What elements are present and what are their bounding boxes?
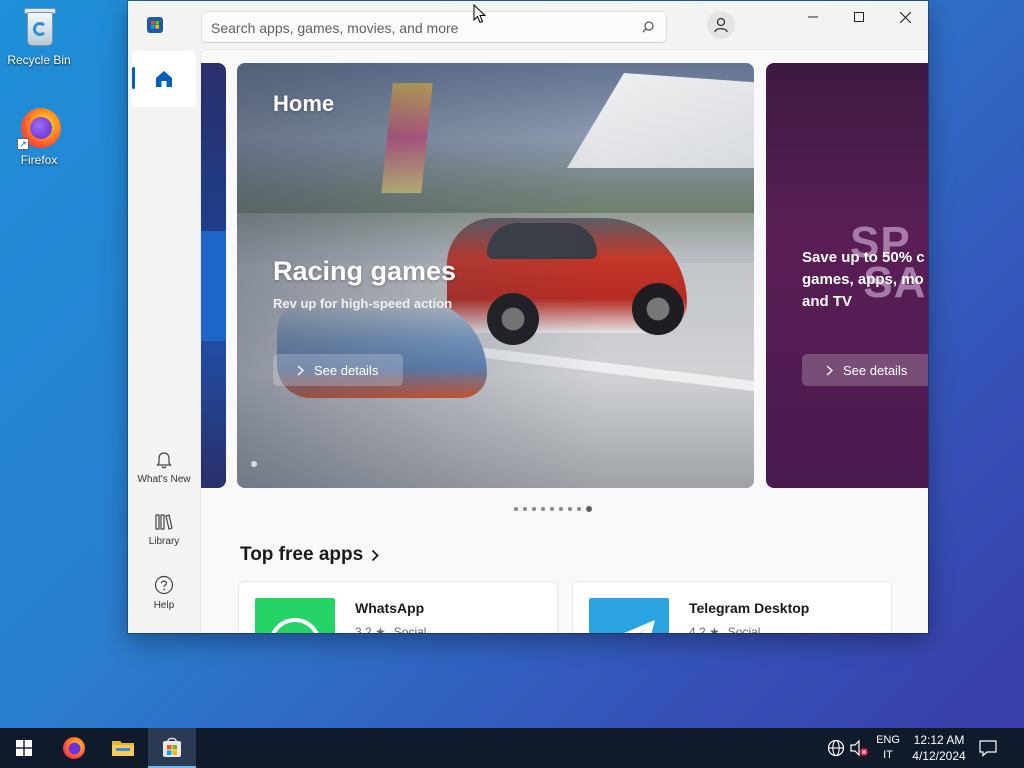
app-rating: 4.2 ★ (689, 625, 720, 633)
title-bar[interactable] (128, 1, 928, 49)
volume-muted-icon[interactable] (849, 738, 869, 758)
notification-center-icon[interactable] (978, 738, 998, 758)
start-button[interactable] (0, 728, 48, 768)
app-category: Social (393, 625, 427, 633)
carousel-dot[interactable] (577, 507, 581, 511)
clock-time: 12:12 AM (913, 733, 965, 747)
nav-item-home[interactable] (132, 51, 196, 107)
carousel-dot[interactable] (550, 507, 554, 511)
minimize-icon (808, 16, 818, 18)
desktop-icon-label: Firefox (20, 153, 58, 167)
maximize-icon (854, 12, 864, 22)
see-details-button[interactable]: See details (273, 354, 403, 386)
app-meta: 4.2 ★ Social (689, 625, 760, 633)
hero-card-next[interactable]: SP SA Save up to 50% c games, apps, mo and… (766, 63, 928, 488)
shortcut-arrow-icon: ↗ (17, 138, 29, 150)
library-icon (155, 514, 173, 530)
section-top-free-apps[interactable]: Top free apps (240, 544, 379, 566)
app-card-telegram[interactable]: Telegram Desktop 4.2 ★ Social (572, 581, 892, 633)
taskbar: ENG IT 12:12 AM 4/12/2024 (0, 728, 1024, 768)
desktop-icon-firefox[interactable]: ↗ Firefox (1, 106, 77, 167)
chevron-right-icon (372, 549, 379, 561)
taskbar-microsoft-store[interactable] (148, 728, 196, 768)
home-icon (156, 71, 172, 87)
left-nav: What's New Library Help (128, 49, 200, 633)
nav-item-label: Library (148, 536, 180, 547)
keyboard-layout: IT (883, 749, 893, 761)
hero-title: Racing games (273, 256, 457, 286)
desktop-icon-label: Recycle Bin (7, 53, 71, 67)
chevron-right-icon (826, 365, 833, 375)
clock-date: 4/12/2024 (912, 749, 966, 763)
hero-card-previous[interactable] (201, 63, 226, 488)
app-meta: 3.2 ★ Social (355, 625, 426, 633)
search-input[interactable] (211, 18, 631, 38)
hero-subtitle: Rev up for high-speed action (273, 296, 453, 311)
section-title: Top free apps (240, 544, 364, 565)
page-title: Home (273, 91, 335, 116)
recycle-bin-icon (17, 6, 61, 50)
network-globe-icon[interactable] (826, 738, 846, 758)
nav-item-label: What's New (137, 474, 191, 485)
system-clock[interactable]: 12:12 AM 4/12/2024 (906, 732, 972, 764)
store-logo-icon (147, 17, 163, 33)
chevron-right-icon (297, 365, 304, 375)
input-language-indicator[interactable]: ENG IT (873, 733, 903, 763)
minimize-button[interactable] (790, 1, 836, 33)
help-icon (154, 575, 174, 595)
search-box[interactable] (201, 11, 667, 43)
app-rating: 3.2 ★ (355, 625, 386, 633)
carousel-dot[interactable] (532, 507, 536, 511)
hero-indicator-dot (251, 461, 257, 467)
taskbar-file-explorer[interactable] (99, 728, 147, 768)
carousel-dot[interactable] (568, 507, 572, 511)
maximize-button[interactable] (836, 1, 882, 33)
carousel-dot[interactable] (514, 507, 518, 511)
whatsapp-icon (255, 598, 335, 633)
carousel-dot[interactable] (523, 507, 527, 511)
carousel-dot-active[interactable] (586, 506, 592, 512)
carousel-dot[interactable] (559, 507, 563, 511)
nav-item-whats-new[interactable]: What's New (132, 447, 196, 503)
main-content: Home Racing games Rev up for high-speed … (200, 49, 928, 633)
app-name: WhatsApp (355, 600, 425, 616)
selected-indicator (132, 67, 135, 89)
close-icon (899, 11, 911, 23)
button-label: See details (843, 362, 908, 378)
windows-logo-icon (16, 740, 32, 756)
account-button[interactable] (707, 11, 735, 39)
search-icon[interactable] (642, 21, 654, 33)
mouse-cursor-icon (473, 4, 487, 24)
firefox-icon: ↗ (17, 106, 61, 150)
button-label: See details (314, 362, 379, 378)
hero-card-racing-games[interactable]: Home Racing games Rev up for high-speed … (237, 63, 754, 488)
nav-item-label: Help (153, 600, 175, 611)
carousel-indicators[interactable] (514, 506, 592, 512)
store-bag-icon (163, 737, 181, 757)
telegram-icon (589, 598, 669, 633)
taskbar-firefox[interactable] (50, 728, 98, 768)
nav-item-help[interactable]: Help (132, 571, 196, 627)
nav-item-library[interactable]: Library (132, 509, 196, 565)
firefox-icon (63, 737, 85, 759)
app-category: Social (727, 625, 761, 633)
hero-next-promo: Save up to 50% c games, apps, mo and TV (802, 249, 925, 310)
app-name: Telegram Desktop (689, 600, 810, 616)
close-button[interactable] (882, 1, 928, 33)
desktop-icon-recycle-bin[interactable]: Recycle Bin (1, 6, 77, 67)
user-icon (714, 17, 728, 33)
folder-icon (112, 741, 134, 756)
app-card-whatsapp[interactable]: WhatsApp 3.2 ★ Social (238, 581, 558, 633)
see-details-button[interactable]: See details (802, 354, 928, 386)
store-window: What's New Library Help (128, 1, 928, 633)
language-code: ENG (876, 734, 900, 746)
bell-icon (156, 452, 172, 469)
carousel-dot[interactable] (541, 507, 545, 511)
